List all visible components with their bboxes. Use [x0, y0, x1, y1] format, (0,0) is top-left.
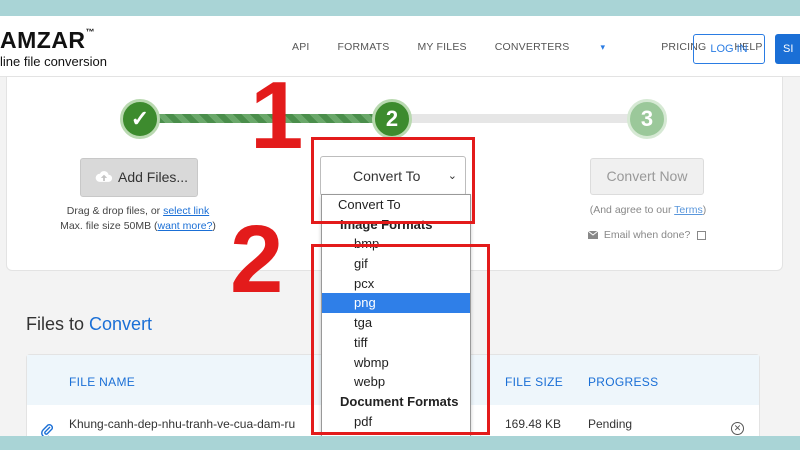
column-progress: PROGRESS	[588, 375, 659, 389]
files-section-title: Files to Convert	[26, 314, 152, 335]
convert-now-button[interactable]: Convert Now	[590, 158, 704, 195]
nav-api[interactable]: API	[292, 41, 310, 53]
email-label: Email when done?	[603, 229, 691, 241]
annotation-number-2: 2	[230, 206, 284, 313]
cloud-upload-icon	[95, 171, 113, 182]
brand-name: AMZAR	[0, 27, 86, 53]
step-2-badge: 2	[372, 99, 412, 139]
progress-bar-remaining	[392, 114, 648, 123]
step-1-check-icon: ✓	[120, 99, 160, 139]
table-row-file-name: Khung-canh-dep-nhu-tranh-ve-cua-dam-ru	[69, 417, 296, 431]
envelope-icon	[587, 230, 599, 240]
agree-suffix: )	[702, 204, 707, 216]
trademark: ™	[85, 27, 96, 37]
terms-note: (And agree to our Terms)	[578, 204, 718, 216]
select-link[interactable]: select link	[163, 205, 209, 217]
drag-text: Drag & drop files, or	[66, 205, 161, 217]
nav-formats[interactable]: FORMATS	[338, 41, 390, 53]
brand-tagline: line file conversion	[0, 54, 107, 69]
remove-file-icon[interactable]: ✕	[731, 422, 744, 435]
step-3-badge: 3	[627, 99, 667, 139]
want-more-link[interactable]: want more?	[158, 220, 213, 232]
logo[interactable]: AMZAR™	[0, 27, 95, 54]
annotation-box-2	[311, 244, 490, 435]
add-files-button[interactable]: Add Files...	[80, 158, 198, 197]
drag-drop-hint: Drag & drop files, or select link Max. f…	[58, 204, 218, 234]
email-when-done: Email when done?	[587, 229, 707, 241]
nav-converters-label: CONVERTERS	[494, 41, 570, 53]
annotation-number-1: 1	[250, 62, 304, 169]
files-title-plain: Files to	[26, 314, 90, 334]
annotation-box-1	[311, 137, 475, 224]
column-file-size: FILE SIZE	[505, 375, 564, 389]
login-button[interactable]: LOG IN	[693, 34, 765, 64]
add-files-label: Add Files...	[118, 169, 189, 185]
agree-prefix: (And agree to our	[589, 204, 672, 216]
max-size-text: Max. file size 50MB (	[60, 220, 158, 232]
max-size-close: )	[212, 220, 216, 232]
terms-link[interactable]: Terms	[674, 204, 703, 216]
table-row-file-size: 169.48 KB	[505, 417, 562, 431]
nav-converters[interactable]: CONVERTERS ▾	[495, 41, 633, 53]
table-row-status: Pending	[588, 417, 633, 431]
signup-button[interactable]: SI	[775, 34, 800, 64]
nav-my-files[interactable]: MY FILES	[417, 41, 466, 53]
files-title-accent: Convert	[89, 314, 153, 334]
column-file-name: FILE NAME	[69, 375, 136, 389]
paperclip-icon	[41, 423, 53, 436]
email-checkbox[interactable]	[697, 230, 707, 240]
browser-frame: AMZAR™ line file conversion API FORMATS …	[0, 16, 800, 436]
navbar: AMZAR™ line file conversion API FORMATS …	[0, 16, 800, 77]
caret-down-icon: ▾	[600, 42, 606, 52]
